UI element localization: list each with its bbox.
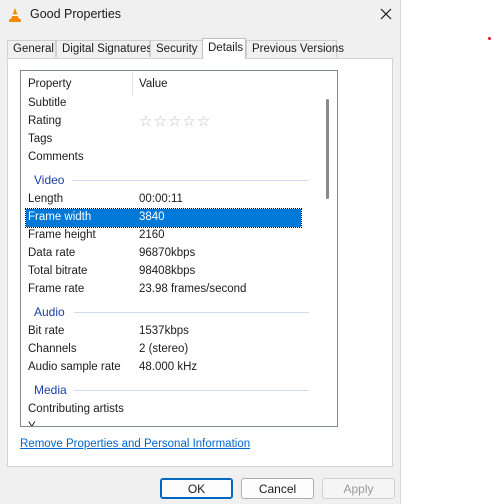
list-item[interactable]: Comments <box>26 149 301 167</box>
list-item[interactable]: Data rate 96870kbps <box>26 245 301 263</box>
property-name: Tags <box>28 133 53 145</box>
close-button[interactable] <box>372 3 400 27</box>
column-header-value[interactable]: Value <box>139 78 168 90</box>
list-item[interactable]: Contributing artists <box>26 401 301 419</box>
apply-button[interactable]: Apply <box>322 478 395 499</box>
tab-previous-versions[interactable]: Previous Versions <box>246 40 344 57</box>
list-item[interactable]: Total bitrate 98408kbps <box>26 263 301 281</box>
tab-security[interactable]: Security <box>150 40 203 57</box>
property-value: 2160 <box>139 229 165 241</box>
tab-details[interactable]: Details <box>202 38 246 59</box>
property-name: Data rate <box>28 247 76 259</box>
property-value: 23.98 frames/second <box>139 283 247 295</box>
cancel-button[interactable]: Cancel <box>241 478 314 499</box>
star-icon[interactable]: ☆ <box>197 113 211 130</box>
star-icon[interactable]: ☆ <box>139 113 153 130</box>
property-value: 1537kbps <box>139 325 189 337</box>
group-divider <box>72 180 309 181</box>
list-item[interactable]: Bit rate 1537kbps <box>26 323 301 341</box>
property-name: Y <box>28 421 36 427</box>
property-name: Length <box>28 193 64 205</box>
property-name: Rating <box>28 115 62 127</box>
group-header-media: Media <box>34 381 309 399</box>
tab-general[interactable]: General <box>7 40 56 57</box>
details-list[interactable]: Property Value Subtitle Rating ☆☆☆☆☆ Tag… <box>20 70 338 427</box>
property-name: Contributing artists <box>28 403 124 415</box>
property-name: Frame width <box>28 211 92 223</box>
property-value: 96870kbps <box>139 247 196 259</box>
group-header-audio: Audio <box>34 303 309 321</box>
vlc-cone-icon <box>8 7 22 23</box>
property-value: 98408kbps <box>139 265 196 277</box>
group-divider <box>74 312 309 313</box>
property-name: Comments <box>28 151 84 163</box>
group-label: Video <box>34 173 65 187</box>
property-name: Frame rate <box>28 283 85 295</box>
list-item[interactable]: Audio sample rate 48.000 kHz <box>26 359 301 377</box>
list-item-selected[interactable]: Frame width 3840 <box>25 208 302 228</box>
list-item[interactable]: Rating ☆☆☆☆☆ <box>26 113 301 131</box>
column-divider[interactable] <box>132 73 133 95</box>
list-item[interactable]: Y <box>26 419 301 427</box>
property-value: 48.000 kHz <box>139 361 198 373</box>
list-item[interactable]: Frame height 2160 <box>26 227 301 245</box>
title-bar: Good Properties <box>0 0 401 32</box>
list-header: Property Value <box>21 71 337 96</box>
property-name: Total bitrate <box>28 265 88 277</box>
ok-button[interactable]: OK <box>160 478 233 499</box>
remove-properties-link[interactable]: Remove Properties and Personal Informati… <box>20 438 250 450</box>
list-item[interactable]: Channels 2 (stereo) <box>26 341 301 359</box>
close-icon <box>380 8 392 23</box>
rating-stars[interactable]: ☆☆☆☆☆ <box>139 112 211 130</box>
group-header-video: Video <box>34 171 309 189</box>
property-value: 2 (stereo) <box>139 343 189 355</box>
properties-dialog: Good Properties General Digital Signatur… <box>0 0 401 504</box>
star-icon[interactable]: ☆ <box>168 113 182 130</box>
group-label: Media <box>34 383 67 397</box>
vertical-scrollbar[interactable] <box>326 99 329 199</box>
property-name: Channels <box>28 343 77 355</box>
list-item[interactable]: Frame rate 23.98 frames/second <box>26 281 301 299</box>
list-item[interactable]: Length 00:00:11 <box>26 191 301 209</box>
column-header-property[interactable]: Property <box>28 78 71 90</box>
window-title: Good Properties <box>30 7 122 21</box>
property-name: Audio sample rate <box>28 361 121 373</box>
property-name: Bit rate <box>28 325 65 337</box>
property-name: Subtitle <box>28 97 67 109</box>
list-item[interactable]: Tags <box>26 131 301 149</box>
group-label: Audio <box>34 305 65 319</box>
property-value: 3840 <box>139 211 165 223</box>
property-value: 00:00:11 <box>139 193 183 205</box>
red-dot-marker <box>488 37 491 40</box>
tab-digital-signatures[interactable]: Digital Signatures <box>56 40 152 57</box>
star-icon[interactable]: ☆ <box>153 113 167 130</box>
star-icon[interactable]: ☆ <box>182 113 196 130</box>
group-divider <box>74 390 309 391</box>
property-name: Frame height <box>28 229 96 241</box>
list-item[interactable]: Subtitle <box>26 95 301 113</box>
